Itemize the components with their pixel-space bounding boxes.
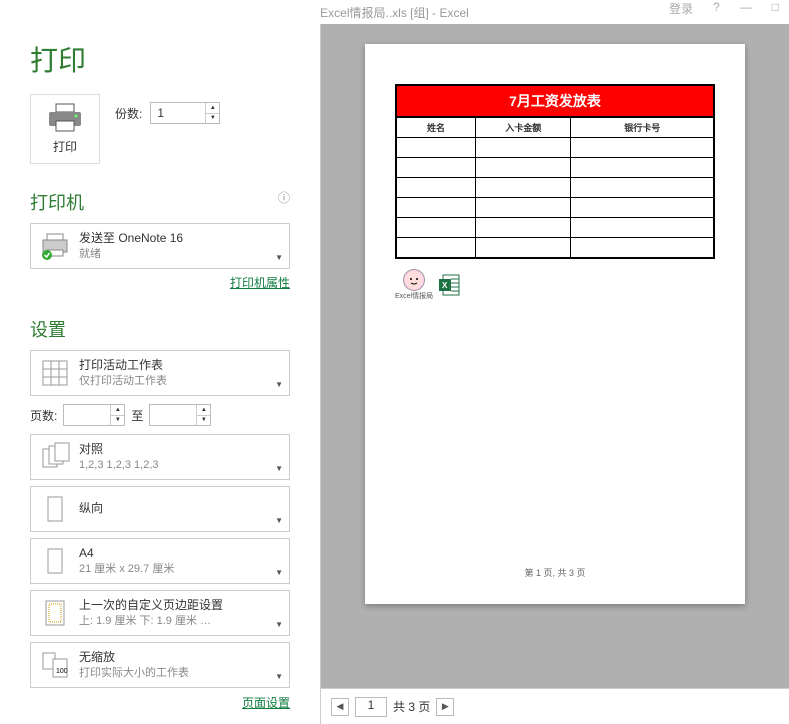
excel-logo-icon: X: [437, 273, 461, 297]
chevron-down-icon: ▼: [275, 464, 283, 473]
scaling-icon: 100: [39, 649, 71, 681]
current-page-input[interactable]: 1: [355, 697, 387, 717]
page-to-input[interactable]: ▲▼: [149, 404, 211, 426]
help-icon[interactable]: ?: [713, 0, 720, 17]
copies-label: 份数:: [115, 105, 142, 122]
print-preview: 7月工资发放表 姓名 入卡金额 银行卡号 E: [321, 24, 789, 688]
page-title: 打印: [30, 39, 290, 79]
printer-section-title: 打印机: [30, 189, 290, 215]
scaling-selector[interactable]: 100 无缩放 打印实际大小的工作表 ▼: [30, 642, 290, 688]
margins-selector[interactable]: 上一次的自定义页边距设置 上: 1.9 厘米 下: 1.9 厘米 … ▼: [30, 590, 290, 636]
page-icon: [39, 545, 71, 577]
copies-down-icon: ▼: [205, 114, 219, 124]
restore-button[interactable]: □: [772, 0, 779, 17]
printer-device-icon: [39, 230, 71, 262]
total-pages-label: 共 3 页: [393, 698, 430, 715]
worksheet-icon: [39, 357, 71, 389]
paper-size-selector[interactable]: A4 21 厘米 x 29.7 厘米 ▼: [30, 538, 290, 584]
printer-properties-link[interactable]: 打印机属性: [30, 274, 290, 291]
preview-page: 7月工资发放表 姓名 入卡金额 银行卡号 E: [365, 44, 745, 604]
print-scope-selector[interactable]: 打印活动工作表 仅打印活动工作表 ▼: [30, 350, 290, 396]
chevron-down-icon: ▼: [275, 380, 283, 389]
login-text[interactable]: 登录: [669, 0, 693, 17]
page-from-input[interactable]: ▲▼: [63, 404, 125, 426]
chevron-down-icon: ▼: [275, 253, 283, 262]
preview-table: 7月工资发放表 姓名 入卡金额 银行卡号: [395, 84, 715, 259]
printer-name: 发送至 OneNote 16: [79, 231, 183, 247]
preview-footer: 第 1 页, 共 3 页: [365, 566, 745, 579]
copies-up-icon: ▲: [205, 103, 219, 114]
orientation-selector[interactable]: 纵向 ▼: [30, 486, 290, 532]
print-button-label: 打印: [53, 138, 77, 155]
chevron-down-icon: ▼: [275, 568, 283, 577]
printer-icon: [47, 103, 83, 133]
minimize-button[interactable]: —: [740, 0, 752, 17]
svg-text:X: X: [442, 281, 448, 290]
portrait-icon: [39, 493, 71, 525]
watermark: Excel情报局 X: [395, 269, 715, 301]
pages-to-label: 至: [131, 407, 143, 424]
copies-input[interactable]: 1 ▲▼: [150, 102, 220, 124]
margins-icon: [39, 597, 71, 629]
printer-status: 就绪: [79, 247, 183, 261]
chevron-down-icon: ▼: [275, 672, 283, 681]
next-page-button[interactable]: ▶: [436, 698, 454, 716]
svg-text:100: 100: [56, 668, 68, 675]
chevron-down-icon: ▼: [275, 620, 283, 629]
collate-icon: [39, 441, 71, 473]
settings-section-title: 设置: [30, 316, 290, 342]
printer-selector[interactable]: 发送至 OneNote 16 就绪 ▼: [30, 223, 290, 269]
pages-label: 页数:: [30, 407, 57, 424]
avatar-icon: [403, 269, 425, 291]
collate-selector[interactable]: 对照 1,2,3 1,2,3 1,2,3 ▼: [30, 434, 290, 480]
print-button[interactable]: 打印: [30, 94, 100, 164]
page-setup-link[interactable]: 页面设置: [30, 694, 290, 711]
chevron-down-icon: ▼: [275, 516, 283, 525]
prev-page-button[interactable]: ◀: [331, 698, 349, 716]
window-title: Excel情报局..xls [组] - Excel: [320, 4, 469, 21]
